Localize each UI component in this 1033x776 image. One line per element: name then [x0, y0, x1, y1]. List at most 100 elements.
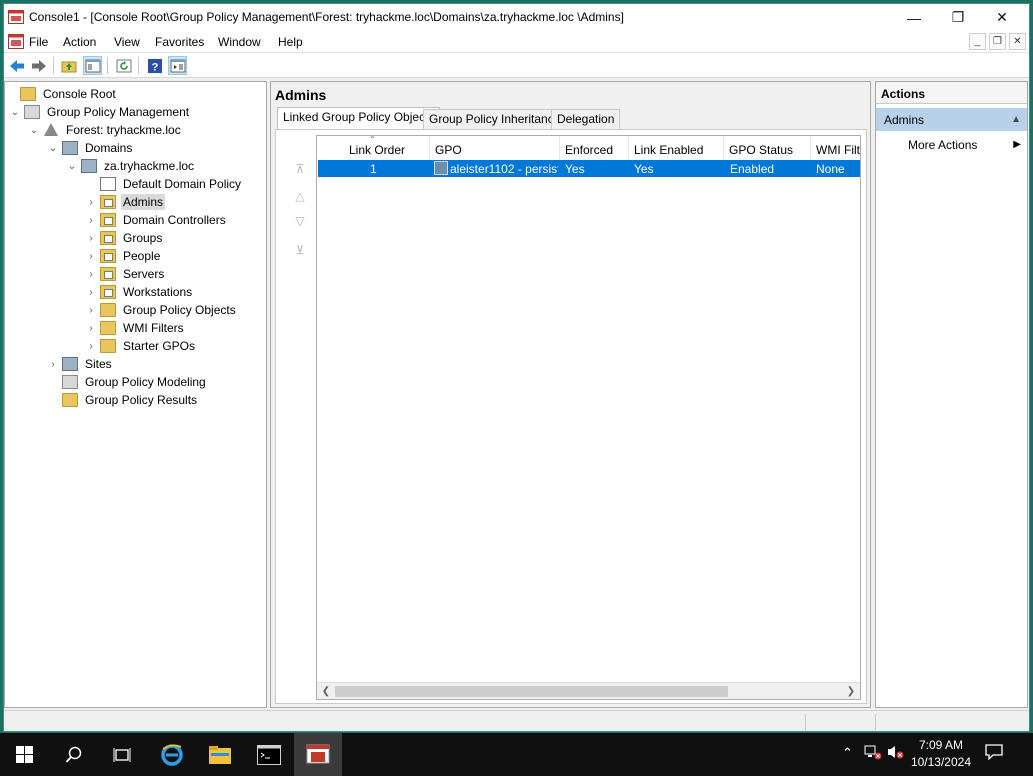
details-pane: Admins Linked Group Policy Objects Group… [270, 81, 871, 708]
tree-node-group-policy-objects[interactable]: › Group Policy Objects [86, 301, 238, 319]
actions-pane: Actions Admins ▲ More Actions ▶ [875, 81, 1028, 708]
column-enforced[interactable]: Enforced [560, 136, 629, 160]
task-view-icon[interactable] [98, 733, 146, 776]
expanded-chevron-icon[interactable]: ⌄ [29, 125, 39, 136]
network-icon[interactable] [864, 744, 882, 763]
column-wmi-filter[interactable]: WMI Filte [811, 136, 860, 160]
search-icon[interactable] [50, 733, 98, 776]
child-restore-icon[interactable]: ❐ [989, 33, 1006, 50]
cell-enforced: Yes [565, 162, 585, 176]
tree-node-group-policy-management[interactable]: ⌄ Group Policy Management [10, 103, 191, 121]
more-actions-item[interactable]: More Actions [908, 138, 977, 152]
mmc-menu-icon[interactable] [8, 34, 24, 49]
menu-favorites[interactable]: Favorites [155, 35, 204, 49]
collapsed-chevron-icon[interactable]: › [86, 251, 96, 262]
collapsed-chevron-icon[interactable]: › [86, 269, 96, 280]
tree-node-admins[interactable]: › Admins [86, 193, 166, 211]
collapsed-chevron-icon[interactable]: › [86, 287, 96, 298]
column-gpo-status[interactable]: GPO Status [724, 136, 811, 160]
menu-help[interactable]: Help [278, 35, 303, 49]
child-close-icon[interactable]: ✕ [1009, 33, 1026, 50]
tree-node-starter-gpos[interactable]: › Starter GPOs [86, 337, 197, 355]
collapsed-chevron-icon[interactable]: › [86, 323, 96, 334]
scroll-right-icon[interactable]: ❯ [843, 684, 859, 699]
help-icon[interactable]: ? [145, 56, 164, 75]
tree-label: Domains [85, 141, 133, 155]
group-policy-results-icon [62, 393, 78, 407]
column-gpo[interactable]: GPO [430, 136, 560, 160]
tree-node-people[interactable]: › People [86, 247, 162, 265]
tree-node-domains[interactable]: ⌄ Domains [48, 139, 134, 157]
move-up-icon[interactable]: △ [291, 187, 309, 205]
tree-node-default-domain-policy[interactable]: Default Domain Policy [86, 175, 243, 193]
collapsed-chevron-icon[interactable]: › [86, 197, 96, 208]
start-icon[interactable] [0, 733, 48, 776]
table-row[interactable]: 1 aleister1102 - persist... Yes Yes Enab… [318, 160, 860, 177]
tab-inheritance[interactable]: Group Policy Inheritance [423, 109, 567, 129]
scroll-left-icon[interactable]: ❮ [318, 684, 334, 699]
command-prompt-icon[interactable] [245, 733, 293, 776]
folder-icon [100, 321, 116, 335]
tree-node-sites[interactable]: › Sites [48, 355, 114, 373]
horizontal-scrollbar[interactable]: ❮ ❯ [317, 682, 860, 699]
close-icon[interactable]: ✕ [979, 4, 1025, 31]
child-minimize-icon[interactable]: _ [969, 33, 986, 50]
tree-node-domain[interactable]: ⌄ za.tryhackme.loc [67, 157, 196, 175]
tree-node-console-root[interactable]: Console Root [6, 85, 118, 103]
expanded-chevron-icon[interactable]: ⌄ [67, 161, 77, 172]
clock[interactable]: 7:09 AM 10/13/2024 [911, 737, 971, 771]
tree-node-domain-controllers[interactable]: › Domain Controllers [86, 211, 228, 229]
up-folder-icon[interactable] [59, 56, 78, 75]
tree-node-group-policy-results[interactable]: Group Policy Results [48, 391, 199, 409]
move-to-top-icon[interactable]: ⊼ [291, 160, 309, 178]
tree-node-workstations[interactable]: › Workstations [86, 283, 194, 301]
volume-icon[interactable] [887, 744, 905, 763]
collapsed-chevron-icon[interactable]: › [86, 215, 96, 226]
forward-arrow-icon[interactable] [29, 56, 48, 75]
tree-node-wmi-filters[interactable]: › WMI Filters [86, 319, 186, 337]
title-bar[interactable]: Console1 - [Console Root\Group Policy Ma… [4, 4, 1029, 31]
tab-linked-gpos[interactable]: Linked Group Policy Objects [277, 107, 441, 130]
status-bar [4, 710, 1029, 731]
collapse-triangle-icon[interactable]: ▲ [1011, 114, 1021, 125]
tree-node-groups[interactable]: › Groups [86, 229, 164, 247]
move-to-bottom-icon[interactable]: ⊻ [291, 241, 309, 259]
scroll-thumb[interactable] [335, 686, 728, 697]
file-explorer-icon[interactable] [196, 733, 244, 776]
tab-delegation[interactable]: Delegation [551, 109, 621, 129]
minimize-icon[interactable]: — [891, 4, 937, 31]
group-policy-management-icon [24, 105, 40, 119]
tree-node-group-policy-modeling[interactable]: Group Policy Modeling [48, 373, 208, 391]
expanded-chevron-icon[interactable]: ⌄ [48, 143, 58, 154]
cell-gpo-status: Enabled [730, 162, 775, 176]
collapsed-chevron-icon[interactable]: › [86, 233, 96, 244]
column-link-enabled[interactable]: Link Enabled [629, 136, 724, 160]
organizational-unit-icon [100, 195, 116, 209]
tree-node-servers[interactable]: › Servers [86, 265, 166, 283]
show-hidden-icons-chevron-icon[interactable]: ⌃ [842, 745, 853, 761]
domain-icon [81, 159, 97, 173]
back-arrow-icon[interactable] [7, 56, 26, 75]
internet-explorer-icon[interactable] [148, 733, 196, 776]
tree-label: People [123, 249, 161, 263]
expanded-chevron-icon[interactable]: ⌄ [10, 107, 20, 118]
menu-view[interactable]: View [114, 35, 140, 49]
menu-file[interactable]: File [29, 35, 48, 49]
refresh-icon[interactable] [114, 56, 133, 75]
collapsed-chevron-icon[interactable]: › [48, 359, 58, 370]
notifications-icon[interactable] [985, 744, 1003, 763]
collapsed-chevron-icon[interactable]: › [86, 305, 96, 316]
organizational-unit-icon [100, 267, 116, 281]
tree-label: Group Policy Objects [123, 303, 236, 317]
show-hide-tree-icon[interactable] [83, 56, 102, 75]
tree-node-forest[interactable]: ⌄ Forest: tryhackme.loc [29, 121, 183, 139]
actions-section-admins[interactable]: Admins ▲ [876, 108, 1027, 131]
show-hide-action-pane-icon[interactable] [168, 56, 187, 75]
menu-window[interactable]: Window [218, 35, 261, 49]
move-down-icon[interactable]: ▽ [291, 212, 309, 230]
menu-action[interactable]: Action [63, 35, 96, 49]
mmc-console-icon[interactable] [294, 733, 342, 776]
collapsed-chevron-icon[interactable]: › [86, 341, 96, 352]
restore-icon[interactable]: ❐ [935, 4, 981, 31]
cell-wmi-filter: None [816, 162, 845, 176]
